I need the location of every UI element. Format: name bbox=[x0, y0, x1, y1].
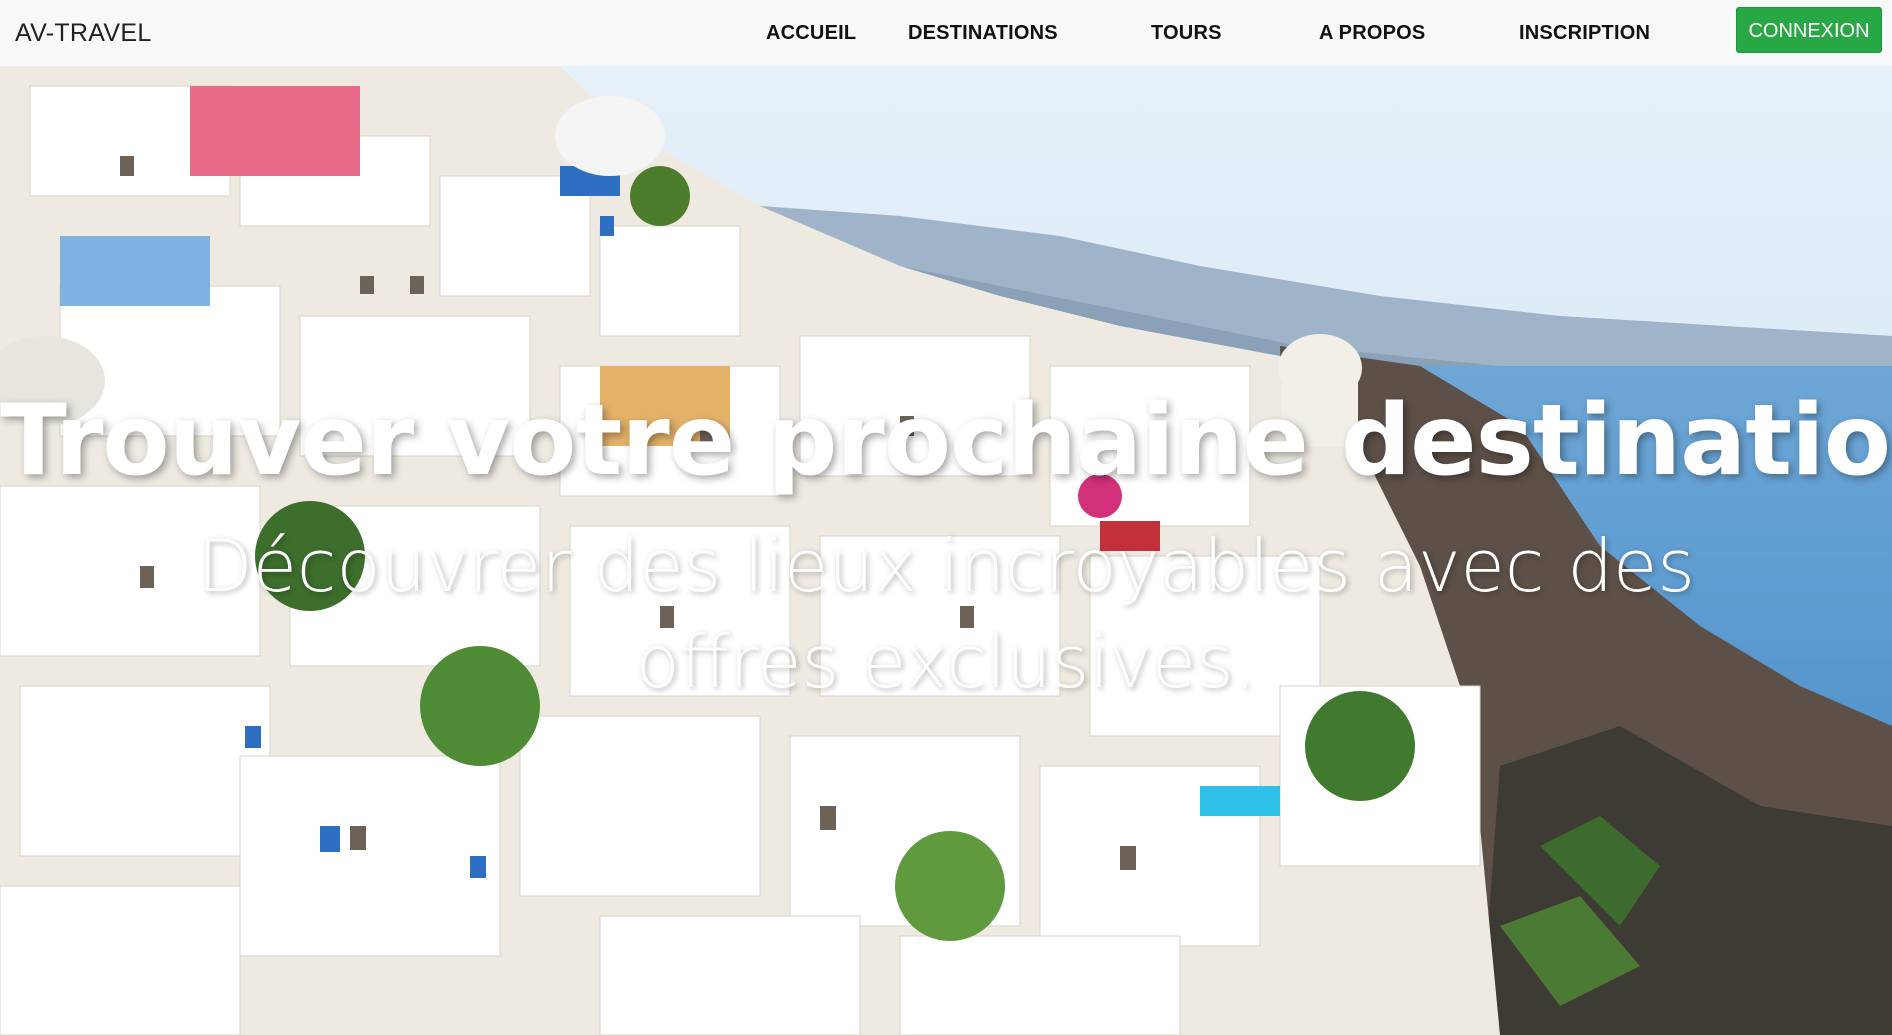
brand-logo[interactable]: AV-TRAVEL bbox=[15, 19, 152, 48]
nav-link-tours[interactable]: TOURS bbox=[1151, 22, 1222, 45]
nav-link-destinations[interactable]: DESTINATIONS bbox=[908, 22, 1058, 45]
navbar: AV-TRAVEL ACCUEIL DESTINATIONS TOURS A P… bbox=[0, 0, 1892, 66]
hero-banner: Trouver votre prochaine destination. Déc… bbox=[0, 66, 1892, 1035]
hero-title: Trouver votre prochaine destination. bbox=[0, 384, 1892, 498]
hero-subtitle: Découvrer des lieux incroyables avec des… bbox=[197, 524, 1695, 704]
nav-link-inscription[interactable]: INSCRIPTION bbox=[1519, 22, 1650, 45]
nav-link-accueil[interactable]: ACCUEIL bbox=[766, 22, 856, 45]
nav-link-a-propos[interactable]: A PROPOS bbox=[1319, 22, 1425, 45]
connexion-button[interactable]: CONNEXION bbox=[1736, 7, 1882, 53]
